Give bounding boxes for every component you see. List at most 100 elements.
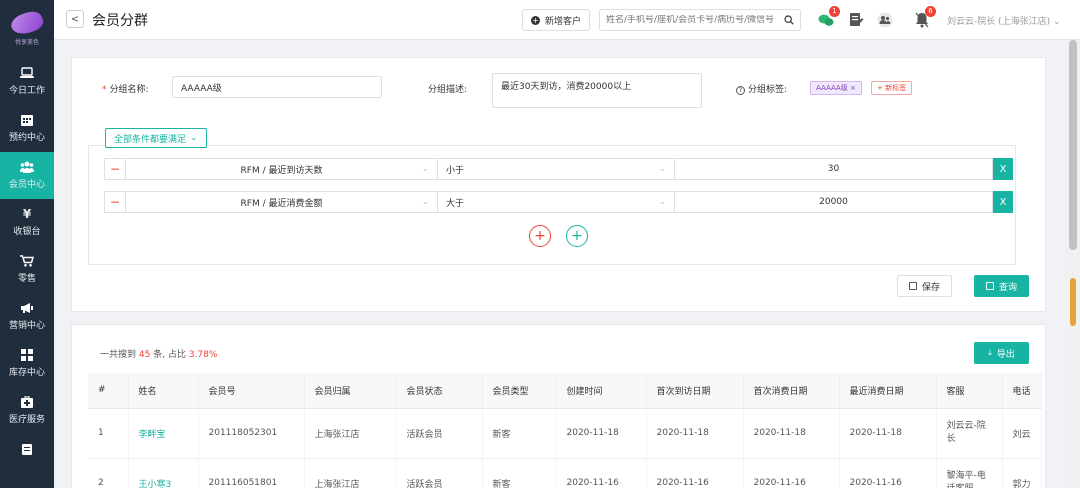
chevron-down-icon: ⌄ [658,197,666,207]
sidebar-item-medical[interactable]: 医疗服务 [0,387,54,434]
search-box [599,9,801,31]
condition-row: − RFM / 最近消费金额 ⌄ 大于 ⌄ 20000 X [104,191,1014,213]
query-label: 查询 [998,282,1017,293]
condition-field-select[interactable]: RFM / 最近到访天数 ⌄ [126,158,438,180]
table-cell: 上海张江店 [304,458,397,488]
add-condition-button[interactable]: + [566,225,588,247]
medkit-icon [20,396,34,408]
column-header[interactable]: 首次消费日期 [743,373,840,409]
condition-row: − RFM / 最近到访天数 ⌄ 小于 ⌄ 30 X [104,158,1014,180]
condition-operator-select[interactable]: 大于 ⌄ [438,191,675,213]
tasks-button[interactable] [847,11,865,29]
group-tag-label: ? 分组标签: [736,82,787,95]
sidebar-item-cashier[interactable]: ¥ 收银台 [0,199,54,246]
condition-operator-select[interactable]: 小于 ⌄ [438,158,675,180]
scroll-thumb[interactable] [1069,40,1077,250]
chevron-down-icon: ⌄ [658,164,666,174]
member-name-link[interactable]: 王小寒3 [128,458,199,488]
table-cell: 2020-11-16 [743,458,840,488]
group-tag: AAAAA级 × [810,81,862,95]
help-icon[interactable]: ? [736,86,745,95]
clipboard-icon [20,443,34,455]
remove-condition-button[interactable]: − [104,158,126,180]
sidebar-item-retail[interactable]: 零售 [0,246,54,293]
table-cell: 刘云云-院长 [936,408,1003,459]
team-button[interactable] [876,11,894,29]
column-header[interactable]: # [88,373,129,409]
remove-condition-button[interactable]: − [104,191,126,213]
user-menu[interactable]: 刘云云-院长 (上海张江店) ⌄ [947,14,1061,27]
column-header[interactable]: 会员归属 [304,373,397,409]
tag-remove-icon[interactable]: × [850,84,856,92]
sidebar-item-label: 今日工作 [8,86,45,96]
condition-mode-dropdown[interactable]: 全部条件都要满足 ⌄ [105,128,207,148]
plus-circle-icon: + [531,15,540,25]
group-name-label: * 分组名称: [102,85,149,95]
condition-field-select[interactable]: RFM / 最近消费金额 ⌄ [126,191,438,213]
page-scrollbar[interactable] [1066,40,1080,488]
add-condition-group-button[interactable]: + [529,225,551,247]
group-name-input[interactable]: AAAAA级 [172,76,382,98]
table-cell: 上海张江店 [304,408,397,459]
delete-condition-button[interactable]: X [993,158,1013,180]
sidebar: 悦享美色 今日工作 预约中心 会员中心 ¥ 收银台 零售 营销中心 库存中心 医… [0,0,54,488]
sidebar-item-inventory[interactable]: 库存中心 [0,340,54,387]
table-cell: 2020-11-16 [556,458,647,488]
save-button[interactable]: 保存 [897,275,952,297]
column-header[interactable]: 会员类型 [482,373,557,409]
users-icon [20,161,34,173]
delete-condition-button[interactable]: X [993,191,1013,213]
column-header[interactable]: 最近消费日期 [839,373,937,409]
cart-icon [20,255,34,267]
sidebar-item-today-work[interactable]: 今日工作 [0,58,54,105]
table-row[interactable]: 2 王小寒3 201116051801 上海张江店 活跃会员 新客 2020-1… [88,458,1042,488]
table-cell: 201118052301 [198,408,305,459]
results-card: 一共搜到 45 条, 占比 3.78% ⤓ 导出 # 姓名 会员号 会员归属 会… [71,324,1046,488]
column-header[interactable]: 客服 [936,373,1003,409]
export-button[interactable]: ⤓ 导出 [974,342,1029,364]
column-header[interactable]: 会员状态 [396,373,483,409]
table-row[interactable]: 1 李畔宝 201118052301 上海张江店 活跃会员 新客 2020-11… [88,408,1042,459]
sidebar-item-label: 营销中心 [8,321,45,331]
search-icon[interactable] [784,15,794,25]
sidebar-item-label: 收银台 [13,227,41,237]
column-header[interactable]: 电话 [1002,373,1042,409]
save-label: 保存 [921,282,940,293]
table-cell: 2020-11-16 [839,458,937,488]
notification-button[interactable]: 6 [913,6,936,29]
table-cell: 郭力 [1002,458,1042,488]
grid-icon [20,349,34,361]
condition-value-input[interactable]: 20000 [675,191,993,213]
save-icon [908,282,917,290]
query-icon [985,282,994,290]
result-count: 45 [138,350,151,360]
sidebar-item-members[interactable]: 会员中心 [0,152,54,199]
back-button[interactable]: < [66,10,84,28]
group-desc-textarea[interactable]: 最近30天到访，消费20000以上 [492,73,702,108]
column-header[interactable]: 会员号 [198,373,305,409]
search-input[interactable] [606,15,784,25]
page-title: 会员分群 [92,13,148,29]
table-cell: 201116051801 [198,458,305,488]
result-summary: 一共搜到 45 条, 占比 3.78% [100,350,218,360]
sidebar-item-appointments[interactable]: 预约中心 [0,105,54,152]
condition-value-input[interactable]: 30 [675,158,993,180]
new-tag-button[interactable]: + 新标签 [871,81,913,95]
laptop-icon [20,67,34,79]
column-header[interactable]: 姓名 [128,373,199,409]
table-header-row: # 姓名 会员号 会员归属 会员状态 会员类型 创建时间 首次到访日期 首次消费… [88,373,1042,409]
calendar-icon [20,114,34,126]
member-name-link[interactable]: 李畔宝 [128,408,199,459]
chat-button[interactable]: 1 [817,6,840,29]
megaphone-icon [20,302,34,314]
column-header[interactable]: 创建时间 [556,373,647,409]
notification-badge: 6 [925,6,936,17]
scroll-marker [1070,278,1076,326]
query-button[interactable]: 查询 [974,275,1029,297]
add-customer-button[interactable]: + 新增客户 [522,9,591,31]
table-cell: 刘云 [1002,408,1042,459]
sidebar-item-marketing[interactable]: 营销中心 [0,293,54,340]
sidebar-item-more[interactable] [0,434,54,464]
table-cell: 1 [88,408,129,459]
column-header[interactable]: 首次到访日期 [646,373,744,409]
